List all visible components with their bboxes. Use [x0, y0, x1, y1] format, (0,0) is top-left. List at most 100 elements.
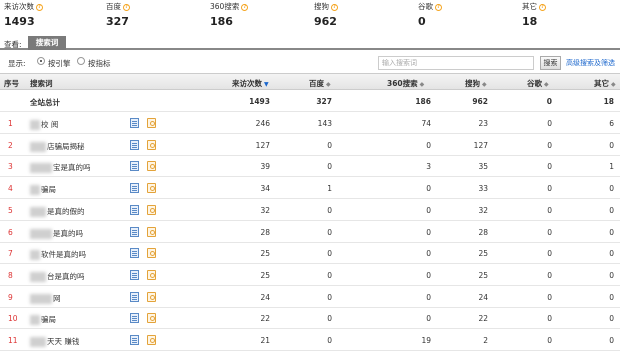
radio-by-engine[interactable] [37, 57, 45, 65]
row-index: 6 [8, 227, 13, 237]
search-preview-icon[interactable] [147, 118, 156, 128]
help-icon[interactable]: ? [435, 3, 442, 11]
report-icon[interactable] [130, 161, 139, 172]
report-icon[interactable] [130, 226, 139, 237]
table-row: 11 天天 赚钱 21 0 19 2 0 0 [0, 330, 620, 351]
report-icon[interactable] [130, 139, 139, 150]
report-icon[interactable] [130, 248, 139, 259]
header-google-label: 谷歌 [527, 79, 542, 88]
cell-other: 1 [609, 162, 614, 172]
summary-value: 1493 [4, 15, 35, 28]
cell-google: 0 [547, 336, 552, 345]
cell-baidu: 327 [316, 97, 332, 106]
radio-by-engine-label[interactable]: 按引擎 [48, 58, 71, 69]
search-preview-icon[interactable] [147, 248, 156, 259]
search-preview-icon[interactable] [147, 161, 156, 172]
table-row: 10 骗局 22 0 0 22 0 0 [0, 308, 620, 330]
cell-360: 0 [426, 314, 431, 324]
report-icon[interactable] [130, 204, 139, 215]
summary-value: 18 [522, 15, 538, 28]
search-preview-icon[interactable] [147, 139, 156, 150]
header-visits[interactable]: 来访次数 ▼ [232, 78, 269, 89]
header-keyword[interactable]: 搜索词 [30, 78, 53, 89]
keyword-cell[interactable]: 天天 赚钱 [30, 336, 79, 347]
header-google[interactable]: 谷歌 ◆ [527, 78, 549, 89]
report-icon[interactable] [130, 291, 139, 302]
header-baidu[interactable]: 百度 ◆ [309, 78, 331, 89]
search-preview-icon[interactable] [147, 291, 156, 302]
tab-search-terms[interactable]: 搜索词 [28, 36, 66, 50]
search-preview-icon[interactable] [147, 183, 156, 194]
header-other[interactable]: 其它 ◆ [594, 78, 616, 89]
cell-baidu: 143 [317, 119, 332, 128]
cell-sogou: 32 [478, 205, 488, 215]
report-icon[interactable] [130, 313, 139, 324]
summary-label: 其它 [522, 2, 537, 11]
table-row: 4 骗局 34 1 0 33 0 0 [0, 178, 620, 200]
blurred-text [30, 293, 52, 304]
summary-other: 其它? 18 [522, 2, 546, 30]
summary-label: 百度 [106, 2, 121, 11]
search-input[interactable]: 输入搜索词 [378, 56, 534, 70]
cell-visits: 39 [260, 162, 270, 172]
cell-sogou: 25 [478, 249, 488, 259]
header-sogou[interactable]: 搜狗 ◆ [465, 78, 487, 89]
row-index: 4 [8, 184, 13, 194]
keyword-cell[interactable]: 骗局 [30, 184, 56, 196]
search-preview-icon[interactable] [147, 204, 156, 215]
help-icon[interactable]: ? [539, 3, 546, 11]
header-360[interactable]: 360搜索 ◆ [387, 78, 424, 89]
table-row: 8 台是真的吗 25 0 0 25 0 0 [0, 265, 620, 286]
cell-360: 0 [426, 227, 431, 237]
radio-by-metric-label[interactable]: 按指标 [88, 58, 111, 69]
report-icon[interactable] [130, 118, 139, 128]
cell-baidu: 0 [327, 162, 332, 172]
sort-icon: ◆ [544, 81, 549, 88]
table-row: 3 宝是真的吗 39 0 3 35 0 1 [0, 156, 620, 178]
cell-sogou: 28 [478, 227, 488, 237]
cell-visits: 21 [260, 336, 270, 345]
cell-visits: 22 [260, 314, 270, 324]
keyword-cell[interactable]: 骗局 [30, 314, 56, 326]
help-icon[interactable]: ? [241, 3, 249, 11]
cell-baidu: 0 [327, 249, 332, 259]
cell-google: 0 [547, 205, 552, 215]
keyword-cell[interactable]: 宝是真的吗 [30, 162, 91, 174]
keyword-cell[interactable]: 店骗局揭秘 [30, 141, 85, 152]
search-button[interactable]: 搜索 [540, 56, 561, 70]
cell-baidu: 1 [327, 184, 332, 194]
cell-other: 0 [609, 336, 614, 345]
view-label: 查看: [4, 40, 22, 49]
cell-baidu: 0 [327, 227, 332, 237]
table-row: 1 校 阅 246 143 74 23 0 6 [0, 113, 620, 134]
summary-label: 搜狗 [314, 2, 329, 11]
cell-360: 74 [421, 119, 431, 128]
advanced-search-link[interactable]: 高级搜索及筛选 [566, 58, 615, 68]
cell-sogou: 25 [478, 270, 488, 280]
keyword-cell[interactable]: 网 [30, 293, 61, 304]
cell-google: 0 [547, 140, 552, 150]
table-row: 7 软件是真的吗 25 0 0 25 0 0 [0, 243, 620, 265]
radio-by-metric[interactable] [77, 57, 85, 65]
summary-value: 962 [314, 15, 337, 28]
blurred-text [30, 141, 46, 152]
search-preview-icon[interactable] [147, 269, 156, 280]
keyword-cell[interactable]: 是真的吗 [30, 228, 83, 239]
report-icon[interactable] [130, 269, 139, 280]
search-preview-icon[interactable] [147, 313, 156, 324]
report-icon[interactable] [130, 183, 139, 194]
help-icon[interactable]: ? [36, 3, 43, 11]
keyword-cell[interactable]: 校 阅 [30, 119, 58, 130]
keyword-cell[interactable]: 是真的假的 [30, 206, 85, 217]
help-icon[interactable]: ? [331, 3, 338, 11]
help-icon[interactable]: ? [123, 3, 130, 11]
cell-other: 18 [603, 97, 614, 106]
cell-visits: 34 [260, 184, 270, 194]
cell-visits: 32 [260, 205, 270, 215]
keyword-cell[interactable]: 台是真的吗 [30, 271, 85, 282]
search-preview-icon[interactable] [147, 226, 156, 237]
search-preview-icon[interactable] [147, 335, 156, 345]
keyword-cell[interactable]: 软件是真的吗 [30, 249, 86, 261]
report-icon[interactable] [130, 335, 139, 345]
cell-360: 0 [426, 292, 431, 302]
